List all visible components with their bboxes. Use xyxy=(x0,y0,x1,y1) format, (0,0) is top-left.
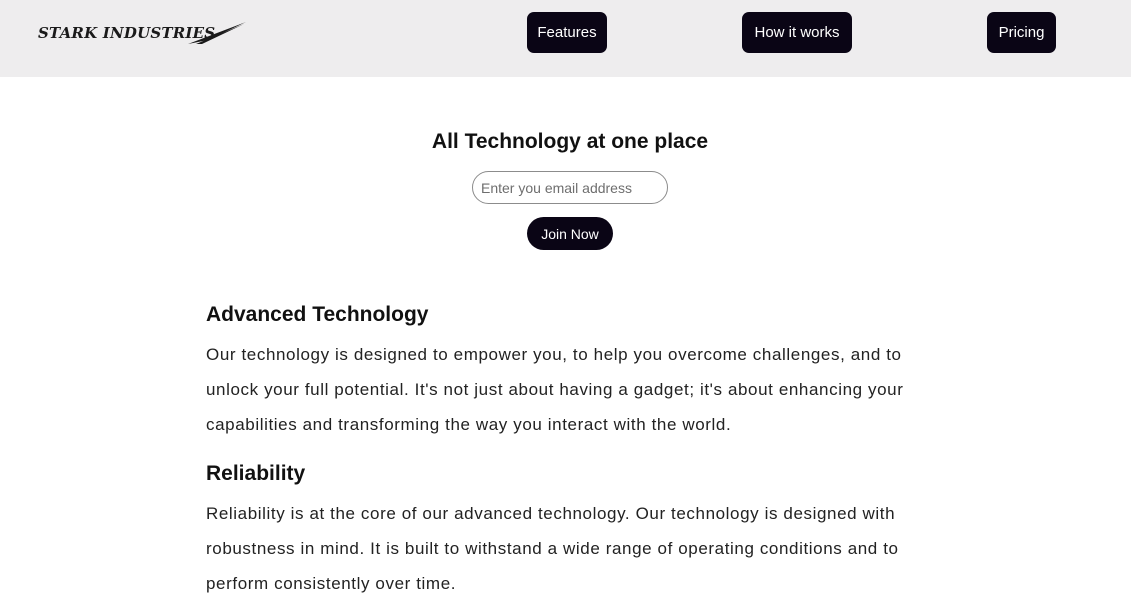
site-header: STARK INDUSTRIES Features How it works P… xyxy=(0,0,1131,77)
section-reliability: Reliability Reliability is at the core o… xyxy=(206,461,946,601)
logo-swoosh-icon xyxy=(188,22,246,44)
email-input[interactable] xyxy=(472,171,668,204)
nav-pricing-button[interactable]: Pricing xyxy=(987,12,1056,53)
nav-how-it-works-button[interactable]: How it works xyxy=(742,12,852,53)
nav-features-button[interactable]: Features xyxy=(527,12,607,53)
section-body: Reliability is at the core of our advanc… xyxy=(206,504,899,593)
hero-title: All Technology at one place xyxy=(431,130,709,153)
section-heading: Advanced Technology xyxy=(206,303,429,326)
section-advanced-technology: Advanced Technology Our technology is de… xyxy=(206,302,946,442)
stark-industries-logo[interactable]: STARK INDUSTRIES xyxy=(38,20,248,46)
join-now-button[interactable]: Join Now xyxy=(527,217,613,250)
section-heading: Reliability xyxy=(206,462,306,485)
section-body: Our technology is designed to empower yo… xyxy=(206,345,904,434)
